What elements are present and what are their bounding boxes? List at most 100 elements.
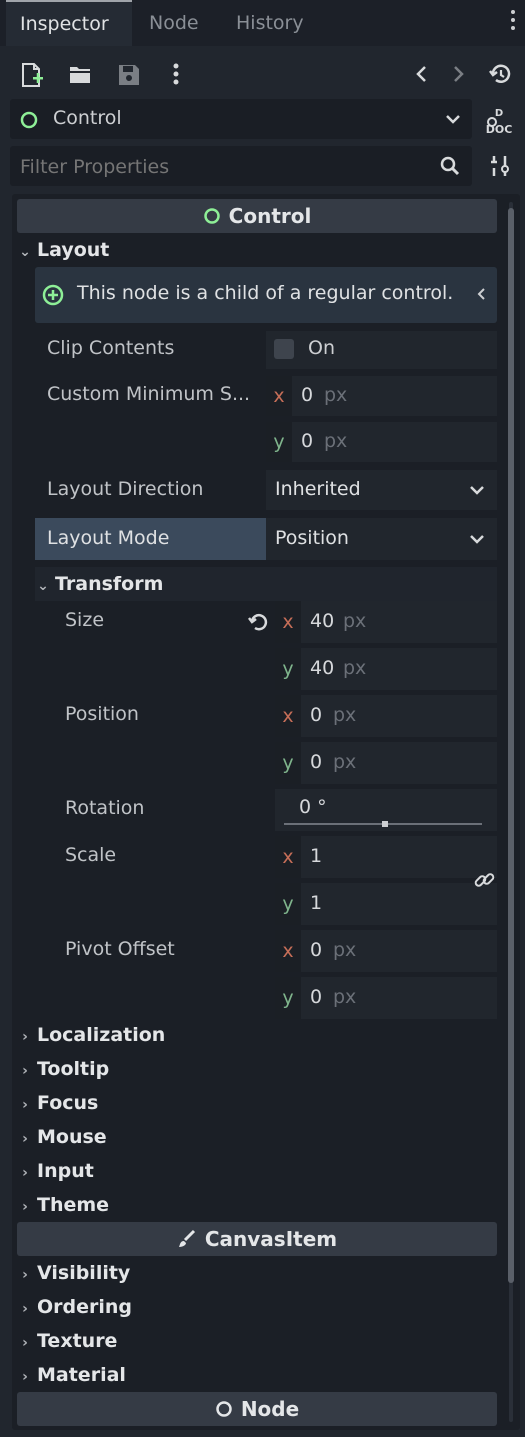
custom-min-size-y-field[interactable]: y 0 px [266, 422, 497, 462]
layout-direction-label: Layout Direction [47, 478, 204, 500]
axis-y-label: y [275, 977, 301, 1019]
svg-text:DOC: DOC [486, 123, 512, 135]
unit: px [324, 430, 348, 452]
group-transform[interactable]: ⌄ Transform [35, 567, 497, 601]
value: 0 [310, 939, 323, 961]
link-icon[interactable] [473, 868, 497, 897]
unit: px [324, 384, 348, 406]
chevron-down-icon [469, 481, 485, 504]
pivot-offset-y-field[interactable]: y 0 px [275, 977, 497, 1019]
section-title: Node [240, 1397, 300, 1421]
layout-direction-dropdown[interactable]: Inherited [266, 470, 497, 510]
size-y-field[interactable]: y 40 px [275, 648, 497, 690]
section-header-canvasitem[interactable]: CanvasItem [17, 1222, 497, 1256]
chevron-right-icon: › [22, 1369, 28, 1385]
history-forward-icon[interactable] [450, 62, 466, 88]
layout-mode-dropdown[interactable]: Position [266, 518, 497, 560]
inspector-tools-icon[interactable] [489, 154, 511, 183]
value: 40 [310, 610, 335, 632]
group-texture[interactable]: › Texture [17, 1324, 497, 1358]
value: 0 [310, 751, 323, 773]
unit: px [333, 939, 357, 961]
more-options-icon[interactable] [171, 62, 181, 88]
chevron-right-icon: › [22, 1301, 28, 1317]
group-input[interactable]: › Input [17, 1154, 497, 1188]
group-ordering[interactable]: › Ordering [17, 1290, 497, 1324]
save-icon[interactable] [117, 62, 141, 88]
scale-y-field[interactable]: y 1 [275, 883, 497, 925]
clip-contents-checkbox[interactable]: On [266, 331, 497, 369]
pivot-offset-x-field[interactable]: x 0 px [275, 930, 497, 972]
group-tooltip[interactable]: › Tooltip [17, 1052, 497, 1086]
object-history-icon[interactable] [488, 62, 514, 88]
group-focus[interactable]: › Focus [17, 1086, 497, 1120]
group-label: Visibility [37, 1262, 131, 1284]
add-circle-icon [42, 284, 64, 311]
scale-x-field[interactable]: x 1 [275, 836, 497, 878]
rotation-slider[interactable]: 0 ° [275, 789, 497, 831]
group-visibility[interactable]: › Visibility [17, 1256, 497, 1290]
inspector-scrollbar[interactable] [506, 202, 516, 1422]
custom-min-size-x-field[interactable]: x 0 px [266, 376, 497, 416]
slider-grabber[interactable] [382, 821, 388, 827]
group-material[interactable]: › Material [17, 1358, 497, 1392]
tab-history[interactable]: History [236, 0, 304, 46]
axis-x-label: x [275, 601, 301, 643]
revert-icon[interactable] [247, 611, 269, 638]
dropdown-value: Position [275, 527, 349, 549]
axis-y-label: y [275, 883, 301, 925]
control-node-icon [203, 208, 220, 224]
tab-inspector[interactable]: Inspector [6, 0, 132, 46]
checkbox-icon [274, 339, 294, 359]
chevron-right-icon: › [22, 1165, 28, 1181]
size-x-field[interactable]: x 40 px [275, 601, 497, 643]
value: 1 [310, 892, 323, 914]
group-label: Texture [37, 1330, 118, 1352]
chevron-right-icon: › [22, 1335, 28, 1351]
group-mouse[interactable]: › Mouse [17, 1120, 497, 1154]
group-label: Mouse [37, 1126, 107, 1148]
axis-x-label: x [275, 695, 301, 737]
filter-properties-field[interactable] [10, 146, 472, 188]
node-selector-dropdown[interactable]: Control [10, 99, 472, 139]
doc-icon[interactable]: D DOC [486, 105, 513, 140]
dock-menu-icon[interactable] [511, 10, 517, 34]
section-header-node[interactable]: Node [17, 1392, 497, 1426]
checkbox-value: On [308, 337, 335, 359]
custom-min-size-label: Custom Minimum S... [47, 383, 251, 405]
position-y-field[interactable]: y 0 px [275, 742, 497, 784]
history-back-icon[interactable] [414, 62, 430, 88]
svg-text:D: D [495, 108, 503, 119]
new-resource-icon[interactable] [20, 62, 44, 88]
group-label: Theme [37, 1194, 110, 1216]
chevron-right-icon: › [22, 1131, 28, 1147]
node-icon [216, 1401, 232, 1417]
chevron-down-icon: ⌄ [37, 578, 49, 594]
position-x-field[interactable]: x 0 px [275, 695, 497, 737]
section-title: CanvasItem [204, 1227, 338, 1251]
tab-node[interactable]: Node [149, 0, 199, 46]
chevron-right-icon: › [22, 1199, 28, 1215]
pivot-offset-label: Pivot Offset [65, 938, 175, 960]
group-localization[interactable]: › Localization [17, 1018, 497, 1052]
clip-contents-label: Clip Contents [47, 337, 175, 359]
chevron-right-icon: › [22, 1029, 28, 1045]
value: 0 [310, 986, 323, 1008]
open-folder-icon[interactable] [68, 62, 92, 88]
section-header-control[interactable]: Control [17, 199, 497, 233]
group-label: Localization [37, 1024, 166, 1046]
chevron-down-icon: ⌄ [19, 244, 31, 260]
info-text: This node is a child of a regular contro… [77, 282, 454, 304]
rotation-label: Rotation [65, 797, 145, 819]
search-icon [440, 156, 460, 181]
scale-label: Scale [65, 844, 117, 866]
chevron-right-icon: › [22, 1063, 28, 1079]
chevron-left-icon[interactable] [475, 283, 487, 310]
group-label: Input [37, 1160, 94, 1182]
axis-y-label: y [275, 742, 301, 784]
filter-properties-input[interactable] [10, 146, 442, 188]
value: 1 [310, 845, 323, 867]
group-theme[interactable]: › Theme [17, 1188, 497, 1222]
group-label: Ordering [37, 1296, 133, 1318]
group-layout[interactable]: ⌄ Layout [17, 233, 497, 267]
